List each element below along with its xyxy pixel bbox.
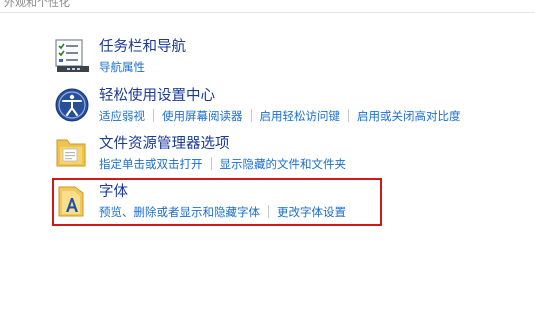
breadcrumb[interactable]: 外观和个性化 [4,0,70,10]
category-title[interactable]: 文件资源管理器选项 [99,135,230,153]
taskbar-icon[interactable] [54,38,90,74]
link-divider [250,109,252,122]
link-screen-reader[interactable]: 使用屏幕阅读器 [162,109,243,123]
category-title[interactable]: 轻松使用设置中心 [99,87,215,105]
control-panel-page: 外观和个性化 任务栏和导航 导航属性 轻松使用设置中心 适应弱视 使用屏幕阅读器… [0,0,535,326]
category-file-explorer-options: 文件资源管理器选项 指定单击或双击打开 显示隐藏的文件和文件夹 [52,135,522,179]
link-single-double-click[interactable]: 指定单击或双击打开 [99,157,203,171]
link-access-keys[interactable]: 启用轻松访问键 [260,109,341,123]
link-low-vision[interactable]: 适应弱视 [99,109,145,123]
ease-of-access-icon[interactable] [54,87,90,123]
category-links: 导航属性 [99,60,145,74]
link-navigation-properties[interactable]: 导航属性 [99,60,145,74]
breadcrumb-bar: 外观和个性化 [0,0,535,13]
category-links: 适应弱视 使用屏幕阅读器 启用轻松访问键 启用或关闭高对比度 [99,109,461,123]
category-title[interactable]: 任务栏和导航 [99,38,186,56]
link-divider [210,157,212,170]
category-links: 指定单击或双击打开 显示隐藏的文件和文件夹 [99,157,346,171]
folder-options-icon[interactable] [54,135,90,171]
link-show-hidden-files[interactable]: 显示隐藏的文件和文件夹 [220,157,347,171]
link-high-contrast[interactable]: 启用或关闭高对比度 [357,109,461,123]
link-divider [153,109,154,122]
link-divider [348,109,349,122]
category-taskbar-navigation: 任务栏和导航 导航属性 [52,38,522,82]
fonts-highlight-box [52,178,382,226]
category-ease-of-access: 轻松使用设置中心 适应弱视 使用屏幕阅读器 启用轻松访问键 启用或关闭高对比度 [52,87,522,131]
